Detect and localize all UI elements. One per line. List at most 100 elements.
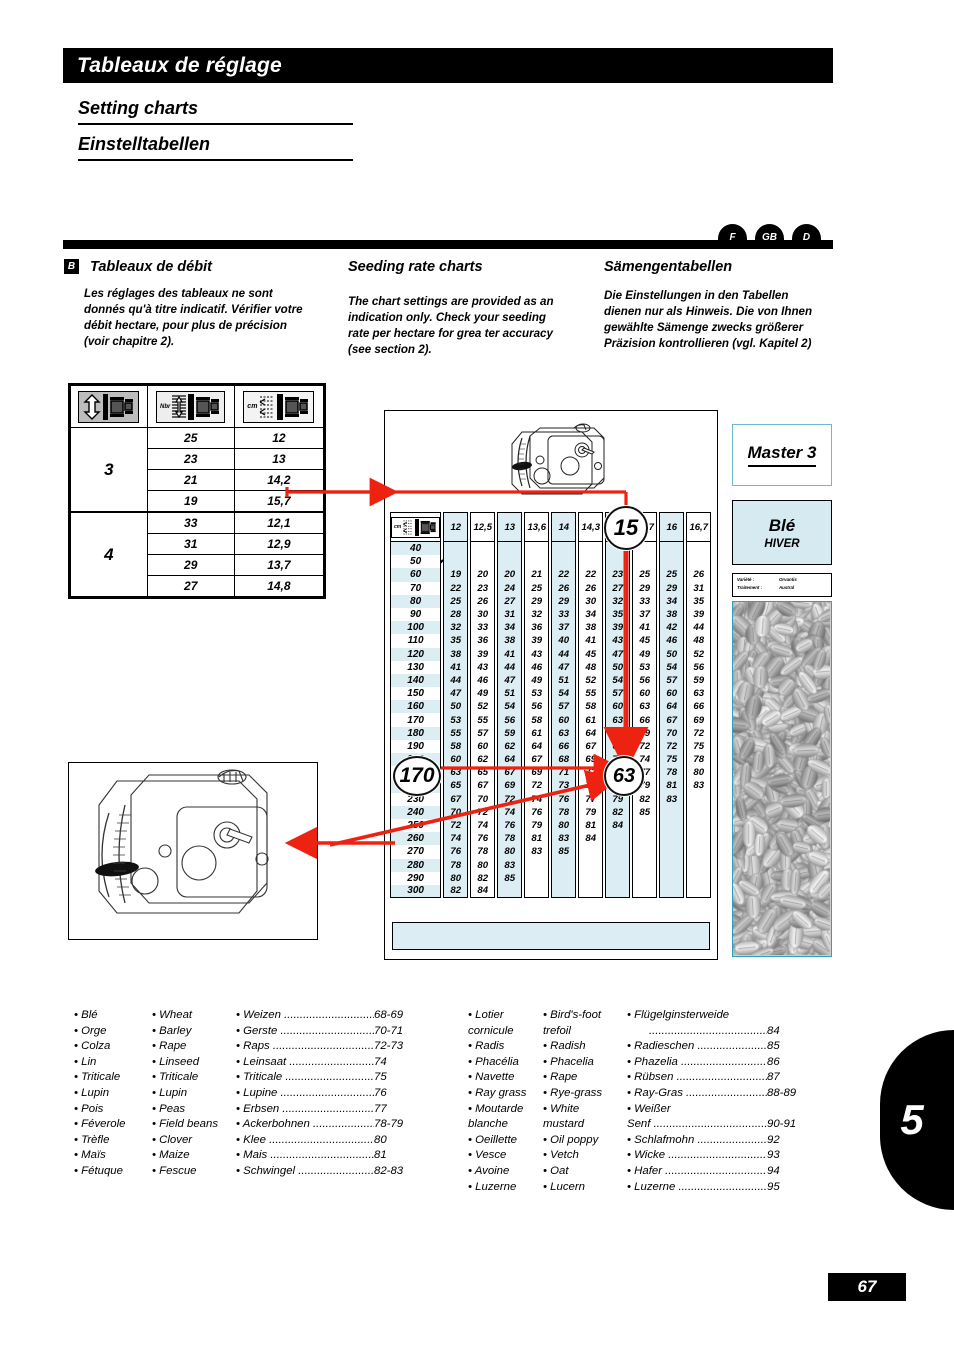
index-cell: • Peas — [152, 1102, 186, 1115]
subtitle-de: Einstelltabellen — [78, 134, 353, 161]
rate-cell: 51 — [497, 687, 523, 701]
index-row: • Vesce • Vetch • Wicke ..................… — [468, 1148, 811, 1164]
index-cell: • Fétuque — [74, 1164, 123, 1177]
index-row: • Triticale • Triticale • Triticale ......… — [74, 1070, 418, 1086]
table-row: 80 25 26 27 29 29 30 32 33 34 35 — [390, 594, 712, 608]
index-page — [767, 1102, 811, 1118]
index-cell-de: • Leinsaat .............................… — [236, 1055, 374, 1068]
rate-cell: 72 — [470, 805, 496, 819]
index-row: blanche mustard Senf .....................… — [468, 1117, 811, 1133]
table-row: 260 74 76 78 81 83 84 — [390, 832, 712, 846]
rate-cell: 84 — [578, 832, 604, 846]
index-row: • Blé • Wheat • Weizen ...................… — [74, 1008, 418, 1024]
rate-table-body: 40 50 60 19 20 20 21 22 22 23 25 25 26 70 22 23 24 25 26 26… — [390, 542, 712, 899]
rate-cell: 54 — [605, 673, 631, 688]
index-row: • Pois • Peas • Erbsen ...................… — [74, 1102, 418, 1118]
rate-cell: 74 — [497, 805, 523, 819]
index-cell: • Maïs — [74, 1149, 106, 1162]
index-cell-de: • Wicke ................................… — [627, 1149, 767, 1162]
rate-cell: 76 — [551, 792, 577, 806]
spacing-cell: 27 — [146, 575, 235, 597]
rate-cell: 78 — [497, 832, 523, 846]
spacing-icon-width — [70, 385, 148, 428]
rate-cell: 72 — [578, 766, 604, 780]
rate-cell: 25 — [524, 581, 550, 595]
row-label-290: 290 — [390, 871, 442, 885]
rate-cell — [443, 555, 469, 569]
column-header-12-5: 12,5 — [470, 512, 496, 542]
rate-cell: 74 — [578, 779, 604, 793]
rate-cell: 74 — [443, 832, 469, 846]
rate-cell: 50 — [605, 660, 631, 674]
index-cell-de: • Ray-Gras .............................… — [627, 1086, 767, 1099]
rate-cell — [551, 555, 577, 569]
rate-cell — [605, 871, 631, 885]
row-label-260: 260 — [390, 832, 442, 846]
table-row: 110 35 36 38 39 40 41 43 45 46 48 — [390, 634, 712, 648]
gearbox-illustration-large — [68, 762, 318, 940]
spacing-cell: 12,9 — [233, 533, 325, 555]
rate-cell — [578, 845, 604, 859]
rate-cell: 29 — [551, 594, 577, 608]
rate-cell — [578, 555, 604, 569]
index-row: • Radis • Radish • Radieschen ............… — [468, 1039, 811, 1055]
rate-cell: 78 — [659, 766, 685, 780]
row-label-100: 100 — [390, 621, 442, 635]
row-label-250: 250 — [390, 818, 442, 833]
rate-cell: 60 — [551, 713, 577, 727]
row-label-160: 160 — [390, 700, 442, 714]
rate-cell — [686, 858, 712, 872]
index-cell: • Field beans — [152, 1118, 219, 1131]
index-row: • Phacélia • Phacelia • Phazelia .........… — [468, 1055, 811, 1071]
index-cell: • Trèfle — [74, 1133, 110, 1146]
index-page: 76 — [374, 1086, 387, 1099]
rate-cell — [497, 555, 523, 569]
row-label-280: 280 — [390, 858, 442, 872]
rate-cell: 43 — [470, 660, 496, 674]
rate-cell: 19 — [443, 568, 469, 582]
rate-cell: 60 — [470, 739, 496, 753]
spacing-icon-rowcount: Nbr — [146, 385, 235, 428]
rate-cell — [632, 858, 658, 872]
rate-cell — [659, 858, 685, 872]
rate-cell: 52 — [578, 673, 604, 688]
row-label-170: 170 — [390, 713, 442, 727]
rate-cell: 70 — [659, 726, 685, 740]
rate-cell — [524, 884, 550, 899]
rate-cell: 45 — [632, 634, 658, 648]
table-row: 180 55 57 59 61 63 64 66 69 70 72 — [390, 726, 712, 740]
rate-cell: 76 — [524, 805, 550, 819]
index-page: 81 — [374, 1149, 387, 1162]
rate-cell: 69 — [497, 779, 523, 793]
rate-cell: 39 — [470, 647, 496, 661]
seed-photo — [732, 601, 832, 957]
rate-cell: 54 — [659, 660, 685, 674]
rate-cell: 20 — [470, 568, 496, 582]
column-header-16: 16 — [659, 512, 685, 542]
crop-name: Blé — [768, 515, 796, 535]
rate-cell: 66 — [686, 700, 712, 714]
index-cell: • Orge — [74, 1024, 107, 1037]
index-row: • Maïs • Maize • Mais ....................… — [74, 1148, 418, 1164]
rate-cell: 66 — [551, 739, 577, 753]
spacing-group-meters: 3 — [70, 427, 148, 513]
index-right: • Lotier • Bird's-foot • Flügelginsterweid… — [468, 1008, 811, 1195]
body-de: Die Einstellungen in den Tabellen dienen… — [604, 289, 813, 350]
index-row: • Lupin • Lupin • Lupine .................… — [74, 1086, 418, 1102]
rate-cell: 72 — [632, 739, 658, 753]
index-page: 85 — [767, 1040, 780, 1053]
rate-cell: 63 — [605, 713, 631, 727]
index-cell-de: • Flügelginsterweide — [627, 1009, 730, 1021]
index-cell: • Fescue — [152, 1164, 197, 1177]
rate-cell: 67 — [443, 792, 469, 806]
row-label-120: 120 — [390, 647, 442, 661]
rate-cell: 57 — [659, 673, 685, 688]
rate-cell: 37 — [551, 621, 577, 635]
index-cell: • Blé — [74, 1009, 98, 1021]
table-row: 190 58 60 62 64 66 67 69 72 72 75 — [390, 739, 712, 753]
rate-cell: 75 — [686, 739, 712, 753]
column-header-13-6: 13,6 — [524, 512, 550, 542]
rate-cell — [605, 832, 631, 846]
rate-cell: 34 — [659, 594, 685, 608]
crop-box: Blé HIVER — [732, 500, 832, 565]
